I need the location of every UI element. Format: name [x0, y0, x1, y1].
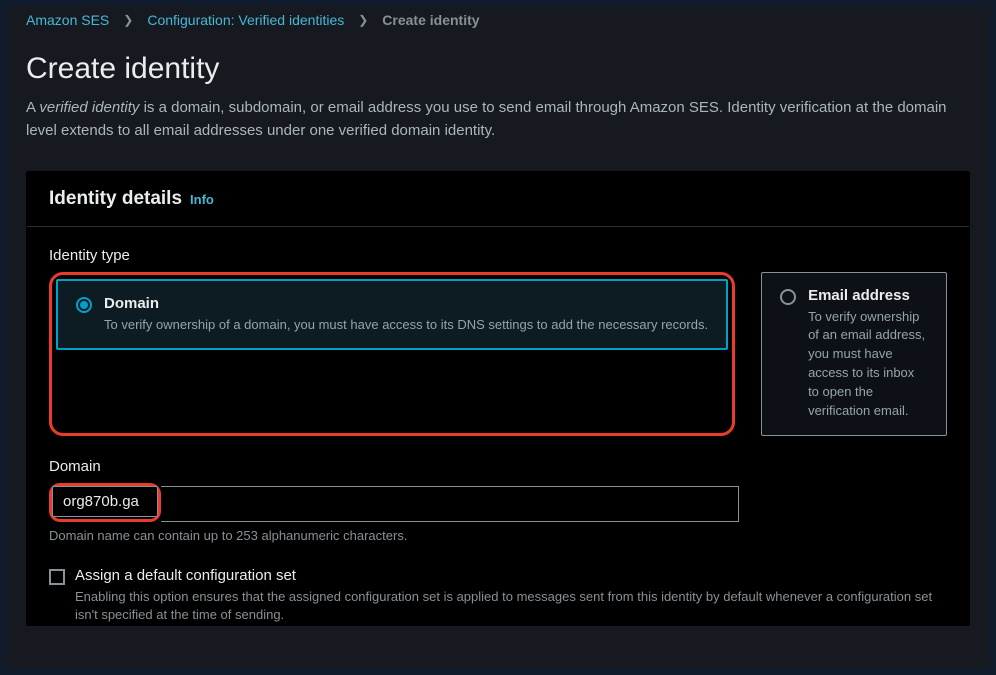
identity-type-email[interactable]: Email address To verify ownership of an … — [761, 272, 947, 436]
breadcrumb: Amazon SES ❯ Configuration: Verified ide… — [6, 6, 990, 34]
highlight-domain-option: Domain To verify ownership of a domain, … — [49, 272, 735, 436]
radio-email-desc: To verify ownership of an email address,… — [808, 308, 928, 421]
breadcrumb-verified-identities[interactable]: Configuration: Verified identities — [147, 12, 344, 28]
chevron-right-icon: ❯ — [358, 13, 368, 27]
radio-email-title: Email address — [808, 287, 928, 304]
chevron-right-icon: ❯ — [123, 13, 133, 27]
radio-icon — [780, 289, 796, 305]
domain-input[interactable] — [52, 486, 158, 517]
assign-config-set-label: Assign a default configuration set — [75, 567, 947, 584]
domain-hint: Domain name can contain up to 253 alphan… — [49, 528, 947, 543]
breadcrumb-current: Create identity — [382, 12, 479, 28]
panel-title: Identity details — [49, 188, 182, 210]
radio-domain-desc: To verify ownership of a domain, you mus… — [104, 316, 708, 335]
domain-input-row — [49, 483, 739, 522]
breadcrumb-root[interactable]: Amazon SES — [26, 12, 109, 28]
info-link[interactable]: Info — [190, 192, 214, 207]
assign-config-set-desc: Enabling this option ensures that the as… — [75, 588, 947, 626]
domain-field-label: Domain — [49, 458, 947, 475]
assign-config-set-checkbox[interactable] — [49, 569, 65, 585]
radio-icon — [76, 297, 92, 313]
page-subtitle: A verified identity is a domain, subdoma… — [26, 96, 970, 143]
identity-type-label: Identity type — [49, 247, 947, 264]
page-title: Create identity — [26, 52, 970, 86]
highlight-domain-input — [49, 483, 161, 522]
domain-input-extension[interactable] — [161, 486, 739, 522]
radio-domain-title: Domain — [104, 295, 708, 312]
identity-type-domain[interactable]: Domain To verify ownership of a domain, … — [56, 279, 728, 351]
identity-details-panel: Identity details Info Identity type Doma… — [26, 171, 970, 627]
